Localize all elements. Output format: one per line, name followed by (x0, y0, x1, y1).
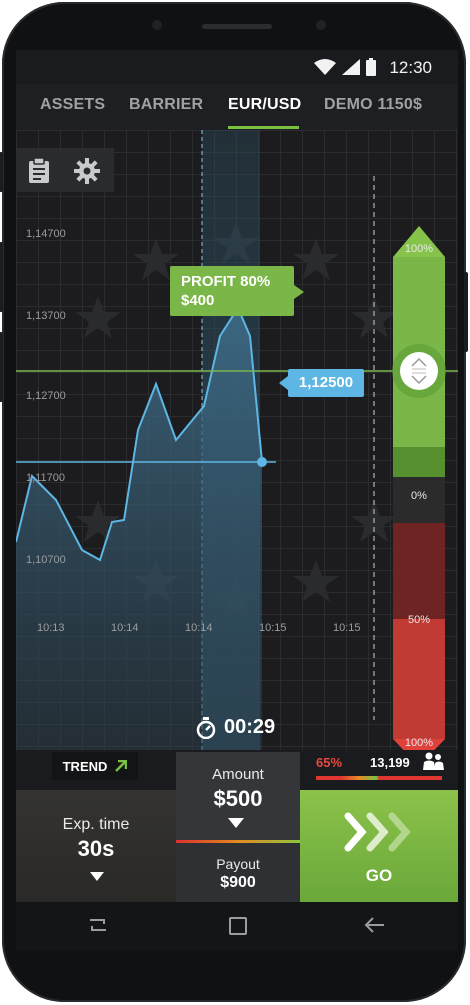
expiration-time-selector[interactable]: Exp. time 30s (16, 790, 176, 902)
traders-count: 13,199 (370, 755, 410, 770)
signal-icon (342, 59, 360, 75)
recent-apps-icon[interactable] (88, 916, 108, 934)
payout-label: Payout (216, 856, 260, 872)
home-icon[interactable] (228, 916, 248, 936)
chart-toolbox (16, 148, 114, 192)
go-label: GO (365, 866, 393, 885)
profit-amount: $400 (181, 292, 215, 309)
back-icon[interactable] (364, 916, 386, 934)
battery-icon (366, 58, 376, 76)
countdown-timer: 00:29 (196, 716, 275, 739)
sensor-icon (152, 20, 162, 30)
scale-bottom-percent: 100% (404, 737, 434, 749)
stopwatch-icon (196, 716, 216, 739)
x-axis-label: 10:15 (333, 622, 361, 634)
y-axis-label: 1,14700 (26, 228, 66, 240)
x-axis-label: 10:13 (37, 622, 65, 634)
gear-icon[interactable] (74, 158, 100, 184)
side-button (0, 152, 3, 192)
scale-top-percent: 100% (404, 243, 434, 255)
android-nav-bar (16, 902, 458, 950)
price-chart[interactable]: 1,14700 1,13700 1,12700 1,11700 1,10700 … (16, 130, 458, 750)
volume-button (0, 242, 3, 312)
status-icons (314, 58, 376, 76)
tab-assets[interactable]: ASSETS (40, 96, 105, 114)
volume-button (0, 332, 3, 402)
chart-canvas (16, 130, 458, 750)
barrier-drag-handle[interactable] (392, 344, 446, 398)
amount-value: $500 (213, 786, 263, 811)
price-area (16, 308, 262, 750)
scale-fifty-percent: 50% (407, 614, 431, 626)
star (75, 296, 121, 338)
y-axis-label: 1,11700 (26, 472, 65, 484)
chevron-down-icon (90, 872, 104, 881)
star (293, 238, 339, 280)
current-price-tag: 1,12500 (279, 369, 364, 397)
sentiment-percent: 65% (316, 755, 343, 770)
speaker-grille (202, 24, 272, 29)
trend-button[interactable]: TREND (52, 752, 138, 780)
x-axis-label: 10:15 (259, 622, 287, 634)
front-camera-icon (316, 20, 326, 30)
profit-tooltip: PROFIT 80% $400 (170, 266, 304, 316)
current-price-dot (257, 457, 267, 467)
chevron-down-icon (228, 818, 244, 828)
trend-label: TREND (62, 758, 108, 774)
amount-payout-panel: Amount $500 Payout $900 (176, 752, 300, 904)
tab-barrier[interactable]: BARRIER (129, 96, 203, 114)
app-screen: 12:30 ASSETS BARRIER EUR/USD DEMO 1150$ (16, 50, 458, 950)
power-button (464, 272, 468, 352)
tab-eur-usd[interactable]: EUR/USD (228, 96, 301, 114)
tab-demo-balance[interactable]: DEMO 1150$ (324, 96, 422, 114)
status-bar: 12:30 (16, 50, 458, 84)
scale-zero-percent: 0% (411, 490, 427, 502)
amount-gradient-bar (176, 840, 300, 843)
sentiment-bar (316, 776, 442, 780)
x-axis-label: 10:14 (185, 622, 213, 634)
profit-loss-scale (393, 226, 445, 750)
go-button[interactable]: GO (300, 790, 458, 902)
star (293, 560, 339, 602)
y-axis-label: 1,13700 (26, 310, 66, 322)
arrow-up-right-icon (115, 760, 128, 772)
y-axis-label: 1,10700 (26, 554, 66, 566)
payout-value: $900 (220, 874, 256, 891)
active-tab-indicator (228, 126, 299, 129)
profit-percent: PROFIT 80% (181, 273, 271, 290)
status-time: 12:30 (389, 58, 432, 77)
amount-label: Amount (212, 766, 264, 783)
wifi-icon (314, 59, 336, 75)
traders-icon (423, 752, 444, 770)
clipboard-icon[interactable] (28, 158, 50, 184)
top-tabs: ASSETS BARRIER EUR/USD DEMO 1150$ (16, 84, 458, 130)
exp-time-value: 30s (77, 836, 115, 861)
x-axis-label: 10:14 (111, 622, 139, 634)
exp-time-label: Exp. time (62, 816, 130, 833)
y-axis-label: 1,12700 (26, 390, 66, 402)
amount-selector[interactable]: Amount $500 (176, 752, 300, 842)
phone-frame: 12:30 ASSETS BARRIER EUR/USD DEMO 1150$ (0, 2, 468, 1002)
triple-chevron-icon (344, 812, 411, 852)
timer-value: 00:29 (224, 716, 276, 738)
